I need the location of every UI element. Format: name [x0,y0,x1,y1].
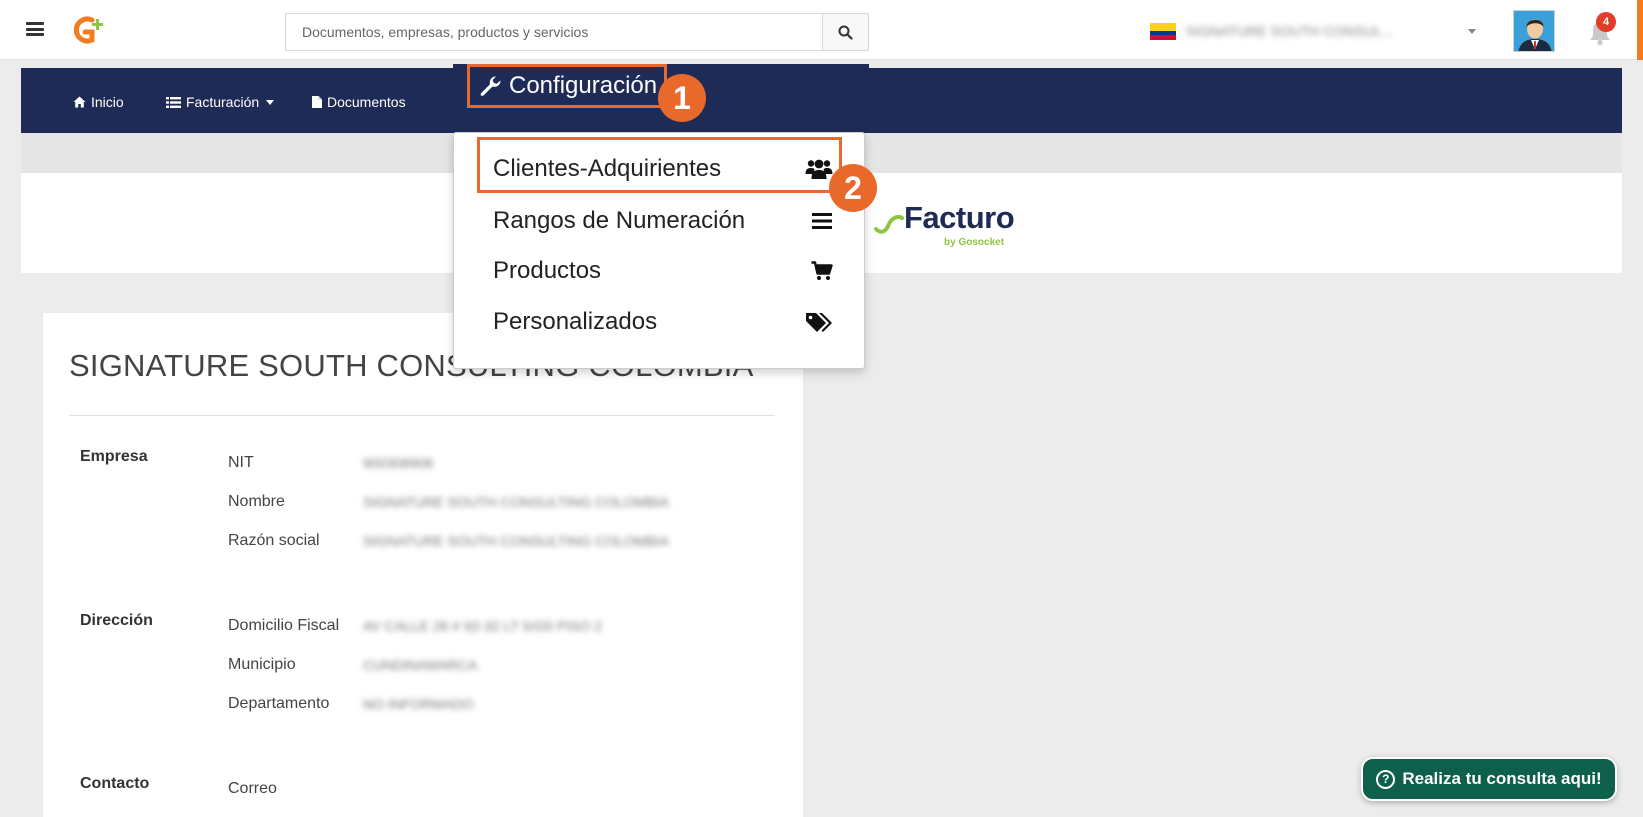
list-icon [166,96,181,108]
section-empresa-label: Empresa [80,448,148,465]
wrench-icon [480,76,501,96]
field-razon-social-label: Razón social [228,532,320,549]
cart-icon [811,261,833,280]
bars-icon [812,213,832,229]
facturo-subtitle: by Gosocket [944,237,1005,248]
step-badge-2: 2 [829,164,877,212]
menu-item-label: Rangos de Numeración [493,207,746,234]
field-nombre-label: Nombre [228,493,285,510]
menu-item-productos[interactable]: Productos [493,251,833,291]
nav-item-configuracion[interactable]: Configuración [467,64,667,108]
field-nit-label: NIT [228,454,254,471]
section-direccion-label: Dirección [80,612,153,629]
colombia-flag-icon [1150,22,1176,40]
nav-item-label: Documentos [327,94,406,110]
chevron-down-icon [1468,28,1476,34]
avatar[interactable] [1513,10,1555,52]
search-bar [285,13,869,51]
help-chat-button[interactable]: ? Realiza tu consulta aqui! [1361,757,1617,801]
company-card [43,313,803,817]
nav-item-inicio[interactable]: Inicio [73,94,124,110]
nav-item-label: Inicio [91,94,124,110]
facturo-mark-icon [874,214,904,234]
facturo-logo: Facturo [874,200,1015,236]
menu-item-personalizados[interactable]: Personalizados [493,302,833,342]
field-departamento-value: NO INFORMADO [363,696,474,712]
home-icon [73,96,86,108]
file-icon [312,96,322,108]
nav-item-documentos[interactable]: Documentos [312,94,406,110]
question-icon: ? [1376,769,1396,789]
menu-icon[interactable] [26,22,44,36]
app-logo-icon[interactable] [70,14,110,46]
field-domicilio-value: AV CALLE 26 # 92-32 LT 5/G5 PISO 2 [363,618,602,634]
section-contacto-label: Contacto [80,775,150,792]
step-badge-1: 1 [658,74,706,122]
nav-item-label: Configuración [509,72,658,99]
accent-bar [1637,0,1643,60]
caret-down-icon [266,99,275,105]
search-icon [838,25,853,40]
help-chat-label: Realiza tu consulta aqui! [1402,769,1602,788]
menu-item-clientes-highlight [477,137,842,193]
facturo-wordmark: Facturo [904,200,1015,235]
top-bar: SIGNATURE SOUTH CONSUL... 4 [0,0,1643,60]
field-municipio-label: Municipio [228,656,296,673]
user-avatar-icon [1514,11,1554,51]
field-departamento-label: Departamento [228,695,330,712]
company-selector-value: SIGNATURE SOUTH CONSUL... [1186,23,1394,39]
menu-item-label: Personalizados [493,308,658,335]
field-nit-value: 900308908 [363,455,434,471]
search-input[interactable] [286,14,822,50]
search-button[interactable] [822,14,868,50]
company-selector[interactable]: SIGNATURE SOUTH CONSUL... [1150,18,1480,44]
field-correo-label: Correo [228,780,277,797]
notification-badge: 4 [1596,12,1616,32]
field-domicilio-label: Domicilio Fiscal [228,617,340,634]
field-municipio-value: CUNDINAMARCA [363,657,478,673]
nav-item-label: Facturación [186,94,260,110]
tags-icon [806,313,832,332]
nav-item-facturacion[interactable]: Facturación [166,94,275,110]
menu-item-label: Productos [493,257,602,284]
menu-item-rangos-numeracion[interactable]: Rangos de Numeración [493,201,833,241]
divider [69,415,775,416]
field-razon-social-value: SIGNATURE SOUTH CONSULTING COLOMBIA [363,533,669,549]
field-nombre-value: SIGNATURE SOUTH CONSULTING COLOMBIA [363,494,669,510]
